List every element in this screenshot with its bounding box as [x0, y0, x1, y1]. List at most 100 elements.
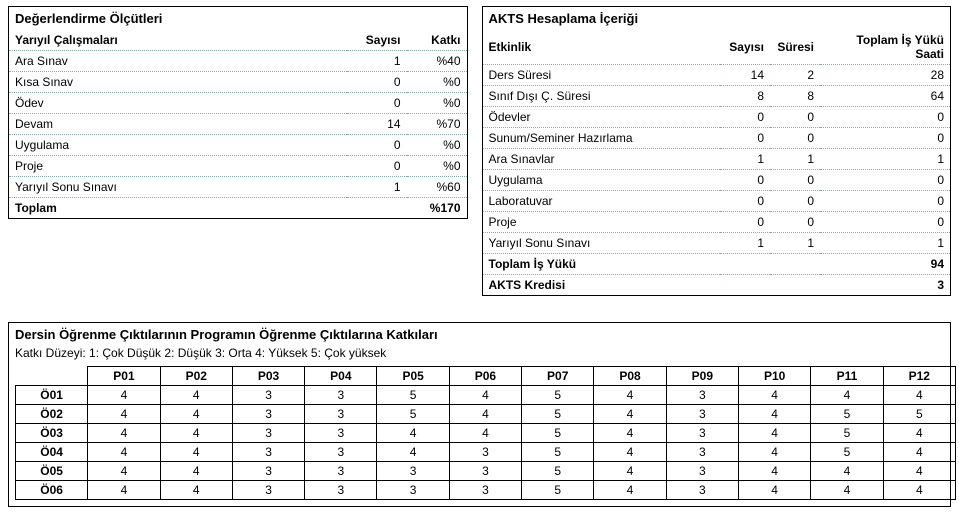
- akts-row-label: Uygulama: [483, 170, 721, 191]
- matrix-cell: 3: [449, 462, 521, 481]
- matrix-cell: 4: [738, 424, 810, 443]
- akts-credit-label: AKTS Kredisi: [483, 275, 721, 296]
- akts-row-duration: 0: [770, 128, 820, 149]
- akts-row-count: 14: [720, 65, 770, 86]
- matrix-cell: 5: [522, 405, 594, 424]
- akts-total-load-value: 94: [820, 254, 950, 275]
- matrix-cell: 4: [88, 386, 160, 405]
- matrix-cell: 3: [232, 481, 304, 500]
- matrix-cell: 4: [88, 443, 160, 462]
- matrix-cell: 3: [666, 386, 738, 405]
- matrix-cell: 5: [811, 443, 883, 462]
- akts-title: AKTS Hesaplama İçeriği: [483, 7, 951, 30]
- matrix-cell: 5: [522, 481, 594, 500]
- matrix-col-header: P08: [594, 367, 666, 386]
- akts-row-duration: 0: [770, 107, 820, 128]
- matrix-cell: 4: [811, 462, 883, 481]
- akts-row-label: Ara Sınavlar: [483, 149, 721, 170]
- akts-row-duration: 0: [770, 170, 820, 191]
- matrix-cell: 4: [883, 462, 955, 481]
- eval-col-weight: Katkı: [407, 30, 467, 51]
- matrix-cell: 3: [305, 462, 377, 481]
- matrix-cell: 5: [377, 386, 449, 405]
- akts-row-total: 28: [820, 65, 950, 86]
- eval-row-weight: %0: [407, 135, 467, 156]
- matrix-cell: 3: [377, 481, 449, 500]
- akts-row-duration: 0: [770, 212, 820, 233]
- matrix-col-header: P09: [666, 367, 738, 386]
- eval-total-row: Toplam%170: [9, 198, 467, 219]
- matrix-cell: 4: [594, 405, 666, 424]
- akts-row-count: 0: [720, 128, 770, 149]
- matrix-row-header: Ö06: [16, 481, 88, 500]
- matrix-col-header: P05: [377, 367, 449, 386]
- matrix-cell: 4: [738, 443, 810, 462]
- matrix-col-header: P04: [305, 367, 377, 386]
- akts-row-total: 0: [820, 212, 950, 233]
- akts-credit-value: 3: [820, 275, 950, 296]
- matrix-cell: 3: [232, 386, 304, 405]
- evaluation-criteria-panel: Değerlendirme Ölçütleri Yarıyıl Çalışmal…: [8, 6, 468, 219]
- akts-row-duration: 1: [770, 149, 820, 170]
- akts-row-duration: 1: [770, 233, 820, 254]
- outcome-matrix-table: P01P02P03P04P05P06P07P08P09P10P11P12 Ö01…: [15, 366, 956, 500]
- matrix-cell: 5: [811, 424, 883, 443]
- matrix-cell: 3: [449, 443, 521, 462]
- matrix-row-header: Ö02: [16, 405, 88, 424]
- matrix-cell: 4: [449, 386, 521, 405]
- matrix-cell: 4: [594, 481, 666, 500]
- table-row: Sunum/Seminer Hazırlama000: [483, 128, 951, 149]
- akts-col-activity: Etkinlik: [483, 30, 721, 65]
- matrix-cell: 5: [883, 405, 955, 424]
- matrix-cell: 4: [883, 443, 955, 462]
- table-row: Uygulama000: [483, 170, 951, 191]
- table-row: Proje0%0: [9, 156, 467, 177]
- matrix-cell: 4: [811, 386, 883, 405]
- eval-row-label: Kısa Sınav: [9, 72, 347, 93]
- matrix-cell: 3: [305, 443, 377, 462]
- matrix-cell: 4: [88, 481, 160, 500]
- matrix-cell: 5: [377, 405, 449, 424]
- matrix-cell: 4: [738, 386, 810, 405]
- table-row: Yarıyıl Sonu Sınavı1%60: [9, 177, 467, 198]
- akts-row-count: 1: [720, 233, 770, 254]
- akts-col-count: Sayısı: [720, 30, 770, 65]
- matrix-col-header: P02: [160, 367, 232, 386]
- matrix-cell: 4: [377, 424, 449, 443]
- table-row: Ara Sınavlar111: [483, 149, 951, 170]
- evaluation-criteria-table: Yarıyıl Çalışmaları Sayısı Katkı Ara Sın…: [9, 30, 467, 218]
- table-row: Sınıf Dışı Ç. Süresi8864: [483, 86, 951, 107]
- matrix-cell: 4: [88, 405, 160, 424]
- akts-row-label: Yarıyıl Sonu Sınavı: [483, 233, 721, 254]
- table-row: Ders Süresi14228: [483, 65, 951, 86]
- eval-col-label: Yarıyıl Çalışmaları: [9, 30, 347, 51]
- akts-total-load-row: Toplam İş Yükü94: [483, 254, 951, 275]
- akts-row-count: 0: [720, 191, 770, 212]
- matrix-cell: 4: [449, 424, 521, 443]
- matrix-cell: 3: [666, 443, 738, 462]
- table-row: Ö06443333543444: [16, 481, 956, 500]
- matrix-cell: 4: [88, 462, 160, 481]
- matrix-row-header: Ö01: [16, 386, 88, 405]
- akts-row-total: 0: [820, 128, 950, 149]
- eval-row-label: Ara Sınav: [9, 51, 347, 72]
- eval-row-label: Ödev: [9, 93, 347, 114]
- akts-credit-row: AKTS Kredisi 3: [483, 275, 951, 296]
- matrix-cell: 5: [522, 386, 594, 405]
- eval-row-label: Proje: [9, 156, 347, 177]
- matrix-cell: 4: [160, 424, 232, 443]
- matrix-col-header: P12: [883, 367, 955, 386]
- eval-total-value: %170: [407, 198, 467, 219]
- matrix-cell: 3: [232, 405, 304, 424]
- matrix-row-header: Ö03: [16, 424, 88, 443]
- eval-row-count: 0: [347, 135, 407, 156]
- matrix-col-header: P10: [738, 367, 810, 386]
- akts-row-label: Proje: [483, 212, 721, 233]
- matrix-cell: 5: [811, 405, 883, 424]
- matrix-cell: 4: [883, 481, 955, 500]
- akts-row-count: 0: [720, 170, 770, 191]
- matrix-cell: 3: [666, 462, 738, 481]
- table-row: Ödevler000: [483, 107, 951, 128]
- eval-row-count: 14: [347, 114, 407, 135]
- matrix-cell: 3: [305, 405, 377, 424]
